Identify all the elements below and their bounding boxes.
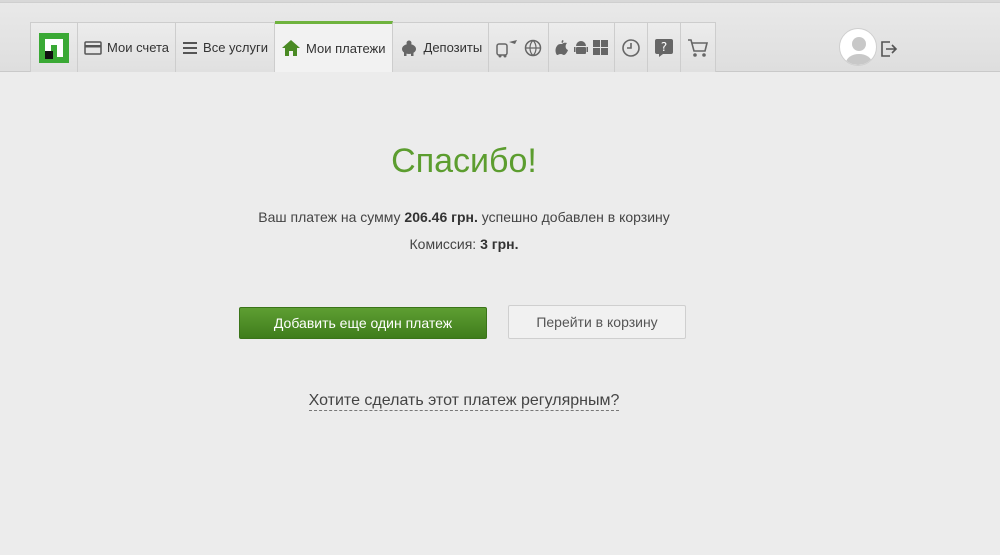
- history-icon: [622, 38, 641, 57]
- transport-icon: [496, 39, 518, 57]
- fee-label: Комиссия:: [409, 236, 481, 252]
- cart-icon: [688, 38, 709, 57]
- tab-transport-travel[interactable]: [489, 22, 550, 72]
- nav-tabs: Мои счета Все услуги Мои платежи Депозит…: [30, 21, 717, 72]
- payment-message: Ваш платеж на сумму 206.46 грн. успешно …: [0, 209, 928, 225]
- apple-icon: [555, 39, 569, 55]
- piggy-bank-icon: [399, 40, 419, 56]
- tab-my-payments[interactable]: Мои платежи: [275, 21, 393, 72]
- tab-history[interactable]: [615, 22, 649, 72]
- payment-amount: 206.46 грн.: [404, 209, 478, 225]
- tab-my-accounts[interactable]: Мои счета: [78, 22, 177, 72]
- top-navigation-bar: Мои счета Все услуги Мои платежи Депозит…: [0, 3, 1000, 72]
- card-icon: [84, 40, 102, 55]
- avatar[interactable]: [839, 28, 877, 66]
- page-title: Спасибо!: [391, 142, 537, 180]
- logo-tab[interactable]: [30, 22, 78, 72]
- regular-payment-row: Хотите сделать этот платеж регулярным?: [0, 392, 928, 411]
- tab-label: Депозиты: [423, 40, 483, 55]
- tab-all-services[interactable]: Все услуги: [176, 22, 276, 72]
- tab-help[interactable]: ?: [648, 22, 682, 72]
- fee-amount: 3 грн.: [480, 236, 519, 252]
- help-icon: ?: [655, 38, 674, 57]
- payment-message-prefix: Ваш платеж на сумму: [258, 209, 405, 225]
- list-icon: [182, 41, 198, 55]
- tab-label: Мои платежи: [306, 40, 386, 56]
- go-to-cart-button[interactable]: Перейти в корзину: [508, 305, 686, 339]
- android-icon: [574, 40, 589, 54]
- logout-icon[interactable]: [880, 41, 898, 62]
- tab-mobile-apps[interactable]: [549, 22, 616, 72]
- home-icon: [281, 39, 301, 57]
- fee-message: Комиссия: 3 грн.: [0, 236, 928, 252]
- globe-icon: [524, 39, 542, 56]
- tab-label: Все услуги: [203, 40, 269, 55]
- privatbank-logo: [39, 32, 69, 63]
- tab-cart[interactable]: [681, 22, 717, 72]
- tab-deposits[interactable]: Депозиты: [392, 22, 490, 72]
- svg-text:?: ?: [661, 40, 667, 54]
- add-payment-button[interactable]: Добавить еще один платеж: [239, 307, 487, 339]
- payment-message-suffix: успешно добавлен в корзину: [477, 209, 670, 225]
- windows-icon: [593, 40, 609, 55]
- main-content: Спасибо! Ваш платеж на сумму 206.46 грн.…: [0, 72, 1000, 555]
- make-regular-link[interactable]: Хотите сделать этот платеж регулярным?: [308, 392, 620, 411]
- tab-label: Мои счета: [107, 40, 170, 55]
